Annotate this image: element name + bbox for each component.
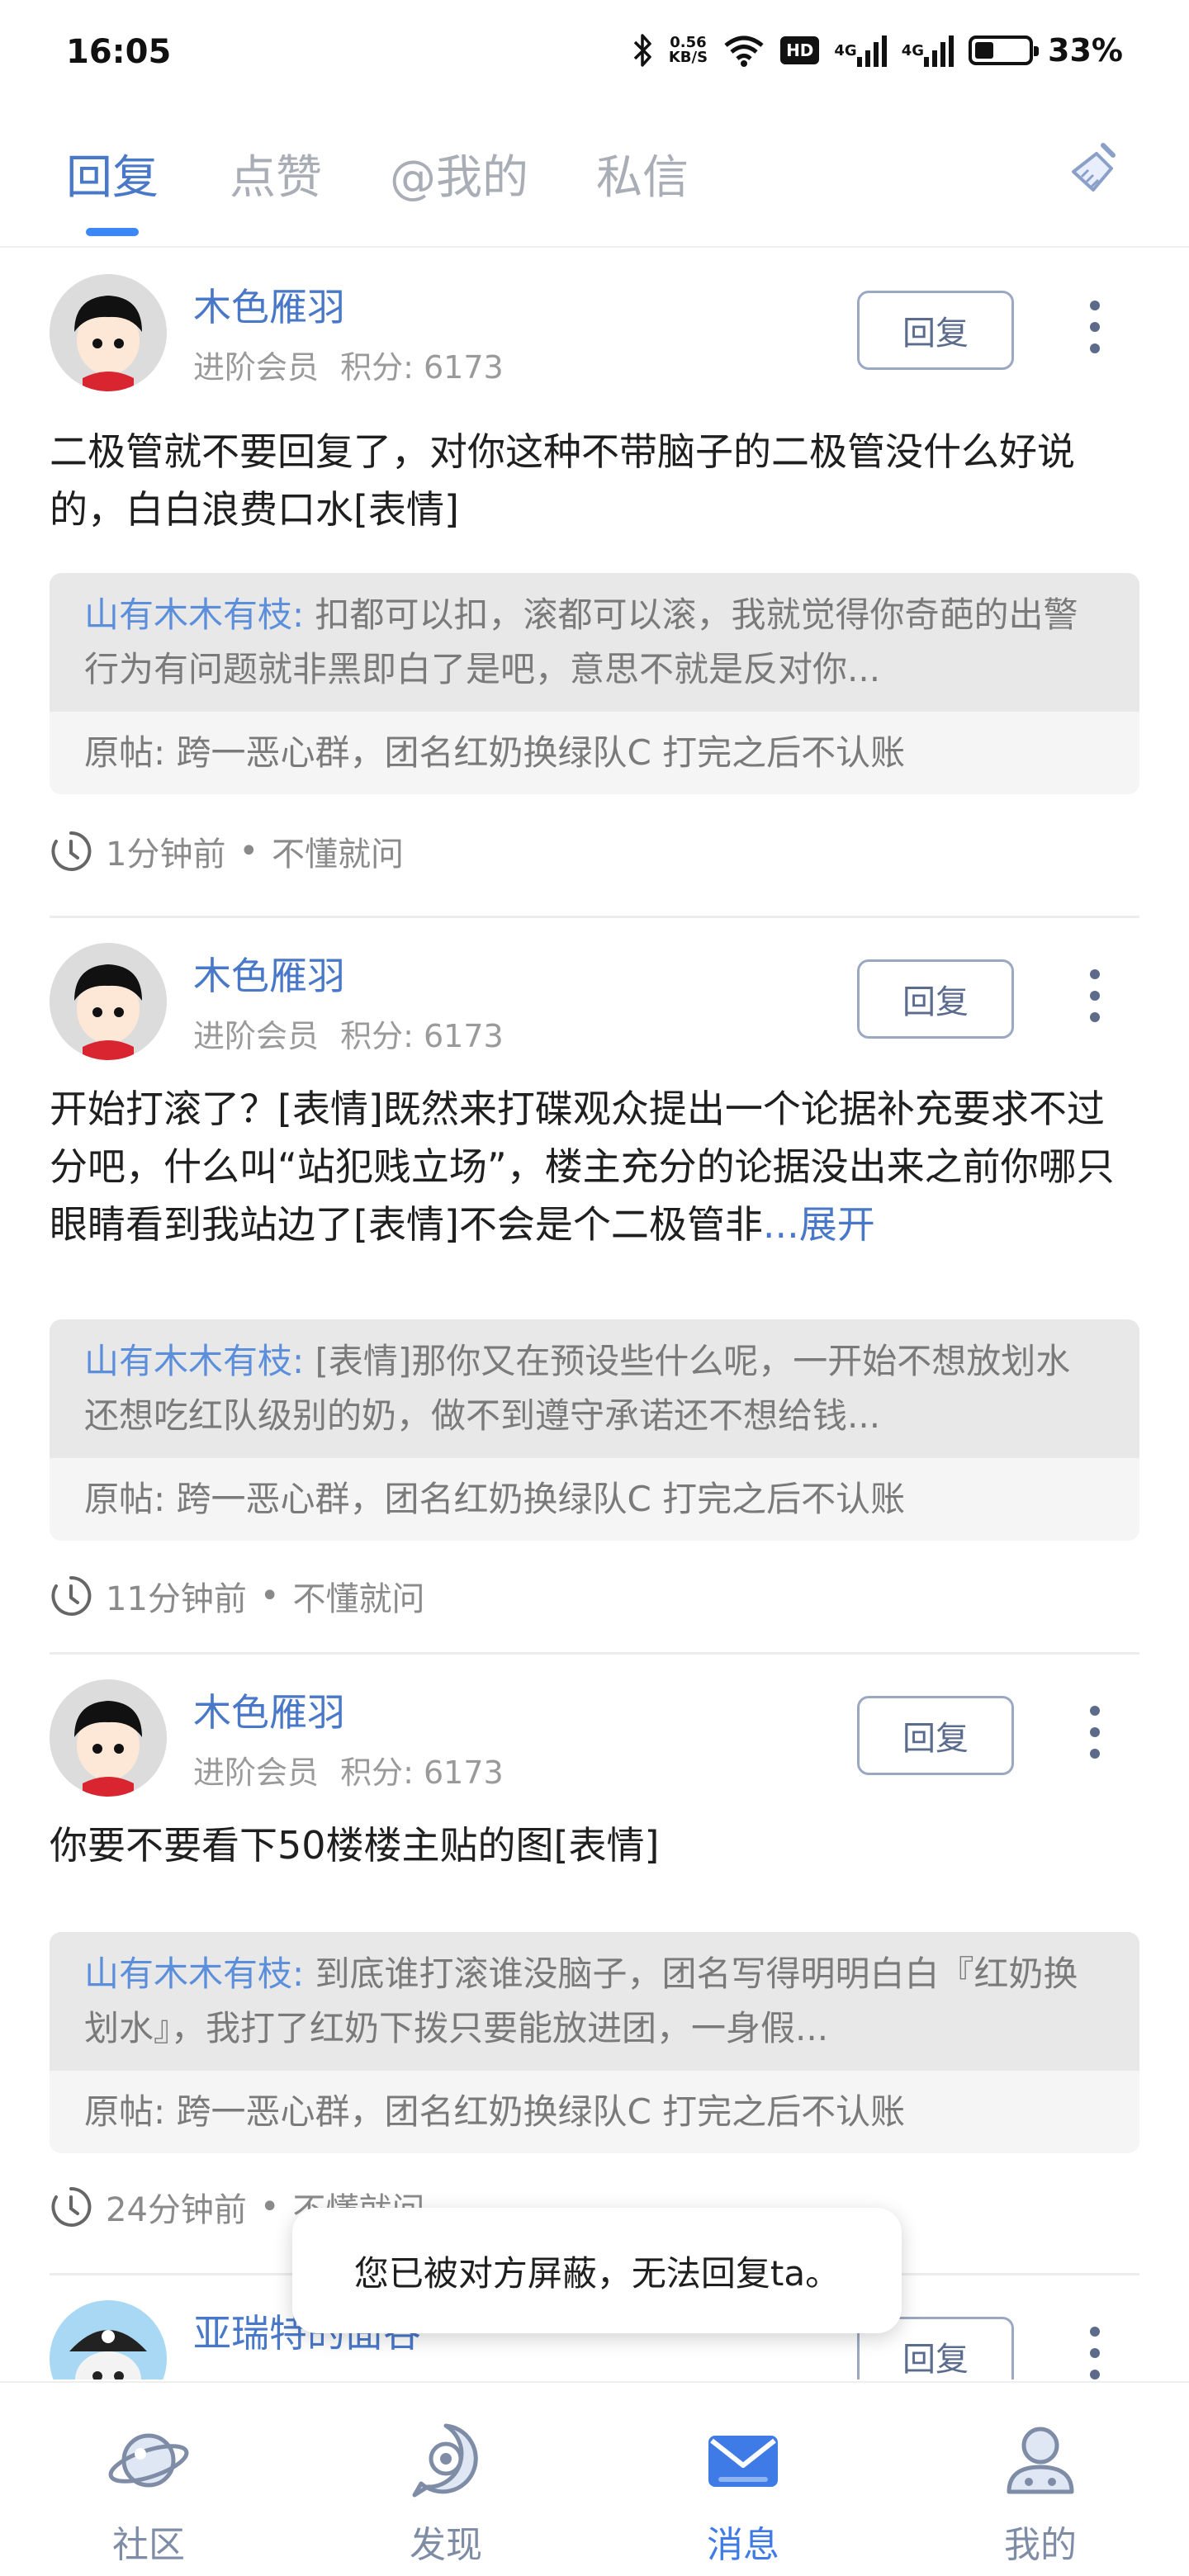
user-meta: 进阶会员 积分: 6173 bbox=[193, 1011, 504, 1056]
reply-button[interactable]: 回复 bbox=[857, 291, 1014, 370]
reply-button[interactable]: 回复 bbox=[857, 959, 1014, 1039]
nav-profile[interactable]: 我的 bbox=[892, 2383, 1189, 2576]
avatar[interactable] bbox=[50, 1679, 167, 1797]
reply-content[interactable]: 你要不要看下50楼楼主贴的图[表情] bbox=[50, 1816, 1139, 1874]
quote-author[interactable]: 山有木木有枝: bbox=[84, 1341, 304, 1381]
time-row: 1分钟前 • 不懂就问 bbox=[50, 827, 404, 875]
points: 积分: 6173 bbox=[340, 349, 504, 386]
username[interactable]: 木色雁羽 bbox=[193, 1683, 345, 1737]
expand-link[interactable]: ...展开 bbox=[763, 1202, 875, 1247]
user-meta: 进阶会员 积分: 6173 bbox=[193, 1747, 504, 1792]
user-meta: 进阶会员 积分: 6173 bbox=[193, 342, 504, 387]
dot-separator: • bbox=[239, 832, 259, 870]
profile-icon bbox=[1007, 2427, 1074, 2494]
original-post-label: 原帖: bbox=[84, 732, 166, 773]
reply-feed: 木色雁羽 进阶会员 积分: 6173 回复 二极管就不要回复了，对你这种不带脑子… bbox=[0, 249, 1189, 2379]
planet-icon bbox=[108, 2433, 189, 2488]
signal-4g-icon-1: 4G bbox=[834, 32, 887, 69]
tab-replies[interactable]: 回复 bbox=[66, 140, 159, 207]
dot-separator: • bbox=[259, 2188, 280, 2226]
discover-icon bbox=[412, 2423, 478, 2498]
reply-item: 木色雁羽 进阶会员 积分: 6173 回复 你要不要看下50楼楼主贴的图[表情]… bbox=[50, 1655, 1139, 2275]
status-bar: 16:05 0.56 KB/S HD 4G 4G 33% bbox=[0, 0, 1189, 107]
battery-icon bbox=[969, 36, 1040, 65]
original-post-label: 原帖: bbox=[84, 2091, 166, 2132]
active-tab-indicator bbox=[86, 228, 139, 236]
nav-label: 社区 bbox=[112, 2524, 185, 2566]
tab-mentions[interactable]: @我的 bbox=[390, 140, 528, 207]
quote-author[interactable]: 山有木木有枝: bbox=[84, 1953, 304, 1994]
tab-private-messages[interactable]: 私信 bbox=[596, 140, 689, 207]
bottom-nav: 社区 发现 消息 我的 bbox=[0, 2381, 1189, 2576]
wifi-icon bbox=[724, 36, 764, 67]
member-level: 进阶会员 bbox=[193, 1754, 320, 1791]
clock-icon bbox=[51, 831, 92, 871]
signal-4g-icon-2: 4G bbox=[902, 32, 955, 69]
quote-text-block: 山有木木有枝: 到底谁打滚谁没脑子，团名写得明明白白『红奶换划水』，我打了红奶下… bbox=[50, 1932, 1139, 2071]
bluetooth-icon bbox=[633, 34, 651, 67]
original-post-title: 跨一恶心群，团名红奶换绿队C 打完之后不认账 bbox=[165, 2091, 906, 2132]
status-icons: 0.56 KB/S HD 4G 4G 33% bbox=[632, 30, 1123, 71]
reply-content[interactable]: 二极管就不要回复了，对你这种不带脑子的二极管没什么好说的，白白浪费口水[表情] bbox=[50, 423, 1139, 538]
quote-text-block: 山有木木有枝: [表情]那你又在预设些什么呢，一开始不想放划水还想吃红队级别的奶… bbox=[50, 1319, 1139, 1458]
member-level: 进阶会员 bbox=[193, 349, 320, 386]
timestamp: 11分钟前 bbox=[106, 1580, 247, 1618]
hd-badge: HD bbox=[780, 36, 820, 64]
more-options-icon[interactable] bbox=[1087, 1706, 1103, 1764]
username[interactable]: 木色雁羽 bbox=[193, 946, 345, 1001]
original-post[interactable]: 原帖: 跨一恶心群，团名红奶换绿队C 打完之后不认账 bbox=[50, 2071, 1139, 2153]
reply-button[interactable]: 回复 bbox=[857, 1696, 1014, 1775]
nav-label: 消息 bbox=[707, 2524, 779, 2566]
points: 积分: 6173 bbox=[340, 1754, 504, 1791]
battery-percent: 33% bbox=[1048, 32, 1123, 69]
quote-text-block: 山有木木有枝: 扣都可以扣，滚都可以滚，我就觉得你奇葩的出警行为有问题就非黑即白… bbox=[50, 573, 1139, 712]
original-post[interactable]: 原帖: 跨一恶心群，团名红奶换绿队C 打完之后不认账 bbox=[50, 1458, 1139, 1541]
member-level: 进阶会员 bbox=[193, 1018, 320, 1054]
tab-likes[interactable]: 点赞 bbox=[230, 140, 322, 207]
points: 积分: 6173 bbox=[340, 1018, 504, 1054]
original-post-label: 原帖: bbox=[84, 1479, 166, 1519]
envelope-icon bbox=[708, 2436, 778, 2487]
avatar[interactable] bbox=[50, 274, 167, 391]
more-options-icon[interactable] bbox=[1087, 969, 1103, 1027]
clock-icon bbox=[51, 2186, 92, 2227]
nav-messages[interactable]: 消息 bbox=[594, 2383, 892, 2576]
original-post-title: 跨一恶心群，团名红奶换绿队C 打完之后不认账 bbox=[165, 1479, 906, 1519]
avatar[interactable] bbox=[50, 943, 167, 1060]
reply-item: 木色雁羽 进阶会员 积分: 6173 回复 二极管就不要回复了，对你这种不带脑子… bbox=[50, 249, 1139, 918]
quoted-comment[interactable]: 山有木木有枝: 到底谁打滚谁没脑子，团名写得明明白白『红奶换划水』，我打了红奶下… bbox=[50, 1932, 1139, 2153]
blocked-toast: 您已被对方屏蔽，无法回复ta。 bbox=[292, 2208, 902, 2333]
more-options-icon[interactable] bbox=[1087, 2327, 1103, 2379]
more-options-icon[interactable] bbox=[1087, 301, 1103, 358]
username[interactable]: 木色雁羽 bbox=[193, 277, 345, 332]
status-time: 16:05 bbox=[66, 33, 172, 71]
clock-icon bbox=[51, 1575, 92, 1616]
quoted-comment[interactable]: 山有木木有枝: [表情]那你又在预设些什么呢，一开始不想放划水还想吃红队级别的奶… bbox=[50, 1319, 1139, 1541]
avatar[interactable] bbox=[50, 2300, 167, 2379]
original-post[interactable]: 原帖: 跨一恶心群，团名红奶换绿队C 打完之后不认账 bbox=[50, 712, 1139, 794]
broom-clear-icon[interactable] bbox=[1063, 139, 1126, 201]
nav-label: 发现 bbox=[410, 2524, 482, 2566]
forum-name[interactable]: 不懂就问 bbox=[272, 827, 404, 875]
time-row: 11分钟前 • 不懂就问 bbox=[50, 1572, 425, 1620]
timestamp: 24分钟前 bbox=[106, 2191, 247, 2229]
quoted-comment[interactable]: 山有木木有枝: 扣都可以扣，滚都可以滚，我就觉得你奇葩的出警行为有问题就非黑即白… bbox=[50, 573, 1139, 794]
timestamp: 1分钟前 bbox=[106, 836, 226, 874]
forum-name[interactable]: 不懂就问 bbox=[293, 1572, 425, 1620]
quote-author[interactable]: 山有木木有枝: bbox=[84, 594, 304, 635]
nav-discover[interactable]: 发现 bbox=[297, 2383, 594, 2576]
nav-label: 我的 bbox=[1004, 2524, 1077, 2566]
reply-content[interactable]: 开始打滚了？[表情]既然来打碟观众提出一个论据补充要求不过分吧，什么叫“站犯贱立… bbox=[50, 1080, 1139, 1253]
net-speed: 0.56 KB/S bbox=[668, 34, 708, 66]
nav-community[interactable]: 社区 bbox=[0, 2383, 297, 2576]
reply-item: 木色雁羽 进阶会员 积分: 6173 回复 开始打滚了？[表情]既然来打碟观众提… bbox=[50, 918, 1139, 1655]
dot-separator: • bbox=[259, 1577, 280, 1615]
message-tabs: 回复 点赞 @我的 私信 bbox=[0, 116, 1189, 248]
original-post-title: 跨一恶心群，团名红奶换绿队C 打完之后不认账 bbox=[165, 732, 906, 773]
